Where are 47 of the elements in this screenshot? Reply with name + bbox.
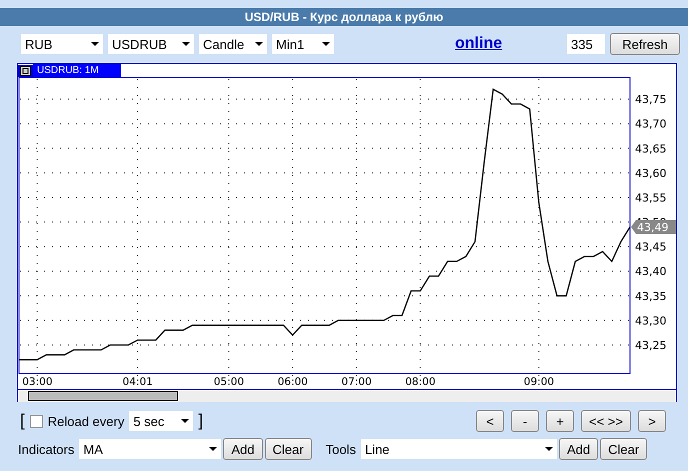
y-axis-label: 43,65 (635, 142, 666, 156)
x-axis-label: 07:00 (341, 376, 372, 388)
add-button[interactable]: Add (223, 438, 263, 460)
tools-label: Tools (326, 442, 356, 456)
refresh-button[interactable]: Refresh (610, 33, 680, 55)
nav-button[interactable]: << >> (581, 410, 631, 432)
current-price-marker: 43,49 (631, 220, 676, 234)
x-axis-label: 09:00 (524, 376, 554, 388)
nav-button[interactable]: < (476, 410, 504, 432)
online-link[interactable]: online (455, 35, 502, 53)
reload-checkbox[interactable] (30, 414, 43, 428)
dropdown[interactable]: Min1 (272, 34, 334, 54)
y-axis-label: 43,45 (635, 240, 666, 254)
y-axis-label: 43,40 (635, 265, 666, 278)
scrollbar[interactable] (18, 389, 676, 402)
y-axis-label: 43,75 (635, 93, 666, 106)
scrollbar-thumb[interactable] (28, 391, 178, 401)
y-axis-label: 43,70 (635, 118, 666, 131)
y-axis-label: 43,35 (635, 290, 666, 303)
window-title: USD/RUB - Курс доллара к рублю (0, 8, 688, 26)
x-axis-label: 05:00 (214, 376, 244, 388)
y-axis-label: 43,60 (635, 166, 666, 180)
dropdown[interactable]: Candle (199, 34, 267, 54)
x-axis-label: 04:01 (122, 376, 153, 388)
dropdown[interactable]: USDRUB (108, 34, 194, 54)
indicators-dropdown[interactable]: MA (79, 439, 222, 459)
nav-button[interactable]: + (546, 410, 574, 432)
chart-tab[interactable]: USDRUB: 1M (33, 64, 121, 77)
bracket: [ (20, 411, 25, 431)
indicators-label: Indicators (18, 442, 74, 456)
dropdown[interactable]: RUB (21, 34, 103, 54)
y-axis-label: 43,25 (635, 338, 666, 352)
add-button[interactable]: Add (558, 438, 598, 460)
y-axis-label: 43,30 (635, 314, 666, 328)
clear-button[interactable]: Clear (600, 438, 648, 460)
interval-dropdown[interactable]: 5 sec (129, 411, 194, 431)
tools-dropdown[interactable]: Line (360, 439, 557, 459)
clear-button[interactable]: Clear (264, 438, 312, 460)
nav-button[interactable]: > (638, 410, 666, 432)
x-axis-label: 08:00 (405, 376, 436, 388)
y-axis-label: 43,55 (635, 191, 666, 204)
x-axis-label: 03:00 (22, 376, 52, 388)
reload-label: Reload every (48, 414, 124, 428)
x-axis-label: 06:00 (278, 376, 308, 388)
nav-button[interactable]: - (511, 410, 540, 432)
bracket: ] (198, 411, 204, 431)
bars-count-field[interactable]: 335 (567, 34, 605, 54)
